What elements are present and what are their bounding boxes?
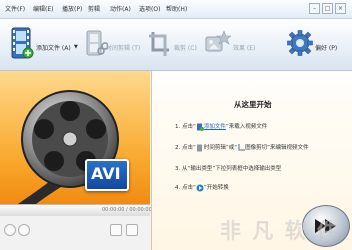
seek-bar[interactable]: 00:00:00 / 00:00:00 [0,204,152,216]
step-3: 3. 从“输出类型”下拉列表框中选择输出类型 [175,166,282,172]
app-window: 文件(F) 编辑(E) 播放(P) 剪辑 动作(A) 选项(O) 帮助(H) –… [0,0,352,250]
time-display: 00:00:00 / 00:00:00 [102,207,152,213]
add-file-button[interactable]: 添加文件 (A) ▼ [6,23,82,65]
menu-help[interactable]: 帮助(H) [166,4,187,13]
crop-button[interactable]: 裁剪 (C) [148,23,198,65]
effect-icon [205,30,231,52]
step-2-suffix: ”来编辑视频文件 [267,145,309,151]
play-icon[interactable] [4,224,16,236]
chevron-down-icon[interactable]: ▼ [74,44,78,50]
start-title: 从这里开始 [234,100,272,109]
trim-link[interactable]: 时间剪辑 [204,145,226,151]
minimize-icon[interactable]: – [309,3,320,14]
playback-controls [0,216,150,250]
crop-small-icon [238,143,246,151]
menu-edit[interactable]: 编辑(E) [33,4,53,13]
effect-button[interactable]: 效果 (E) [205,23,265,65]
step-1: 1. 点击“ 添加文件”来载入视频文件 [175,122,267,131]
step-2-middle: ”或“ [225,145,238,151]
step-2: 2. 点击“ 时间剪辑”或“ 图像剪切”来编辑视频文件 [175,143,308,152]
step-4-prefix: 4. 点击“ [175,185,196,191]
menu-bar: 文件(F) 编辑(E) 播放(P) 剪辑 动作(A) 选项(O) 帮助(H) –… [0,0,352,19]
menu-clip[interactable]: 剪辑 [88,4,100,13]
crop-icon [149,32,169,56]
add-file-label: 添加文件 (A) [36,45,71,52]
preferences-label: 偏好 (P) [315,45,338,52]
snapshot-icon[interactable] [110,224,122,236]
maximize-icon[interactable]: □ [322,3,333,14]
add-file-link[interactable]: 添加文件 [204,124,226,130]
preferences-button[interactable]: 偏好 (P) [287,23,347,65]
crop-link[interactable]: 图像剪切 [245,145,267,151]
add-file-small-icon [196,123,204,131]
menu-file[interactable]: 文件(F) [5,4,25,13]
step-4: 4. 点击“ ”开始转换 [175,183,229,192]
stop-icon[interactable] [18,224,30,236]
film-add-icon [11,27,34,59]
window-controls: – □ × [309,3,346,14]
watermark-text: 非 凡 软 件 [220,219,340,243]
gear-icon [287,30,313,56]
volume-icon[interactable] [126,224,138,236]
trim-label: 时间剪辑 (T) [106,45,141,52]
trim-small-icon [196,144,202,151]
menu-options[interactable]: 选项(O) [139,4,160,13]
step-4-suffix: ”开始转换 [203,185,229,191]
format-badge-text: AVI [91,164,121,183]
step-2-prefix: 2. 点击“ [175,145,196,151]
start-here-panel: 从这里开始 1. 点击“ 添加文件”来载入视频文件 2. 点击“ 时间剪辑”或“ 图像… [151,71,352,250]
step-1-suffix: ”来载入视频文件 [225,124,268,130]
toolbar: 添加文件 (A) ▼ 时间剪辑 (T) 裁剪 (C) 效果 (E) 偏好 (P) [0,19,352,71]
format-badge: AVI [85,159,129,191]
menu-action[interactable]: 动作(A) [110,4,131,13]
effect-label: 效果 (E) [233,45,256,52]
step-1-prefix: 1. 点击“ [175,124,196,130]
close-icon[interactable]: × [335,3,346,14]
menu-play[interactable]: 播放(P) [62,4,82,13]
scissors-film-icon [86,30,108,56]
preview-panel: AVI [0,71,150,204]
crop-label: 裁剪 (C) [174,45,197,52]
trim-button[interactable]: 时间剪辑 (T) [84,23,146,65]
convert-small-icon [196,184,204,191]
